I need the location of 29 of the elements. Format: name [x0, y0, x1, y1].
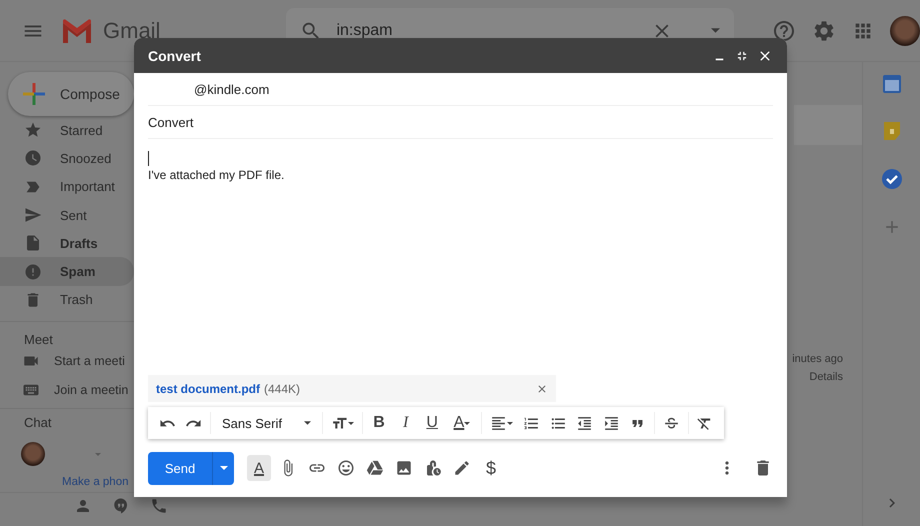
- details-link[interactable]: Details: [809, 371, 862, 383]
- subject-field[interactable]: Convert: [148, 106, 773, 139]
- attachment-size: (444K): [264, 382, 302, 396]
- send-button[interactable]: Send: [148, 452, 212, 484]
- message-body[interactable]: I've attached my PDF file.: [148, 168, 773, 182]
- font-dropdown[interactable]: Sans Serif: [216, 407, 315, 439]
- activity-time: inutes ago: [792, 353, 844, 365]
- nav-item[interactable]: Drafts: [0, 229, 134, 258]
- bold-button[interactable]: B: [366, 407, 392, 439]
- nav-item[interactable]: Sent: [0, 200, 134, 230]
- recipient-field[interactable]: @kindle.com: [148, 73, 773, 106]
- attachment-name[interactable]: test document.pdf: [156, 382, 260, 396]
- attachment-chip[interactable]: test document.pdf (444K): [148, 375, 556, 402]
- phone-link[interactable]: Make a phon: [0, 476, 128, 488]
- nav-item[interactable]: Important: [0, 172, 134, 201]
- formatting-button[interactable]: A: [247, 455, 271, 481]
- money-button[interactable]: $: [479, 455, 503, 481]
- nav-item[interactable]: Join a meetin: [0, 376, 134, 404]
- nav-item[interactable]: Trash: [0, 286, 134, 314]
- nav-item[interactable]: Starred: [0, 116, 134, 144]
- text-color-button[interactable]: A: [445, 407, 478, 439]
- compose-button[interactable]: Compose: [8, 72, 134, 116]
- nav-item[interactable]: Start a meeti: [0, 347, 134, 376]
- italic-button[interactable]: I: [392, 407, 419, 439]
- app-name: Gmail: [103, 18, 160, 44]
- nav-item[interactable]: Spam: [0, 257, 134, 286]
- window-title: Convert: [148, 48, 202, 64]
- nav-item[interactable]: Snoozed: [0, 144, 134, 173]
- underline-button[interactable]: U: [418, 407, 446, 439]
